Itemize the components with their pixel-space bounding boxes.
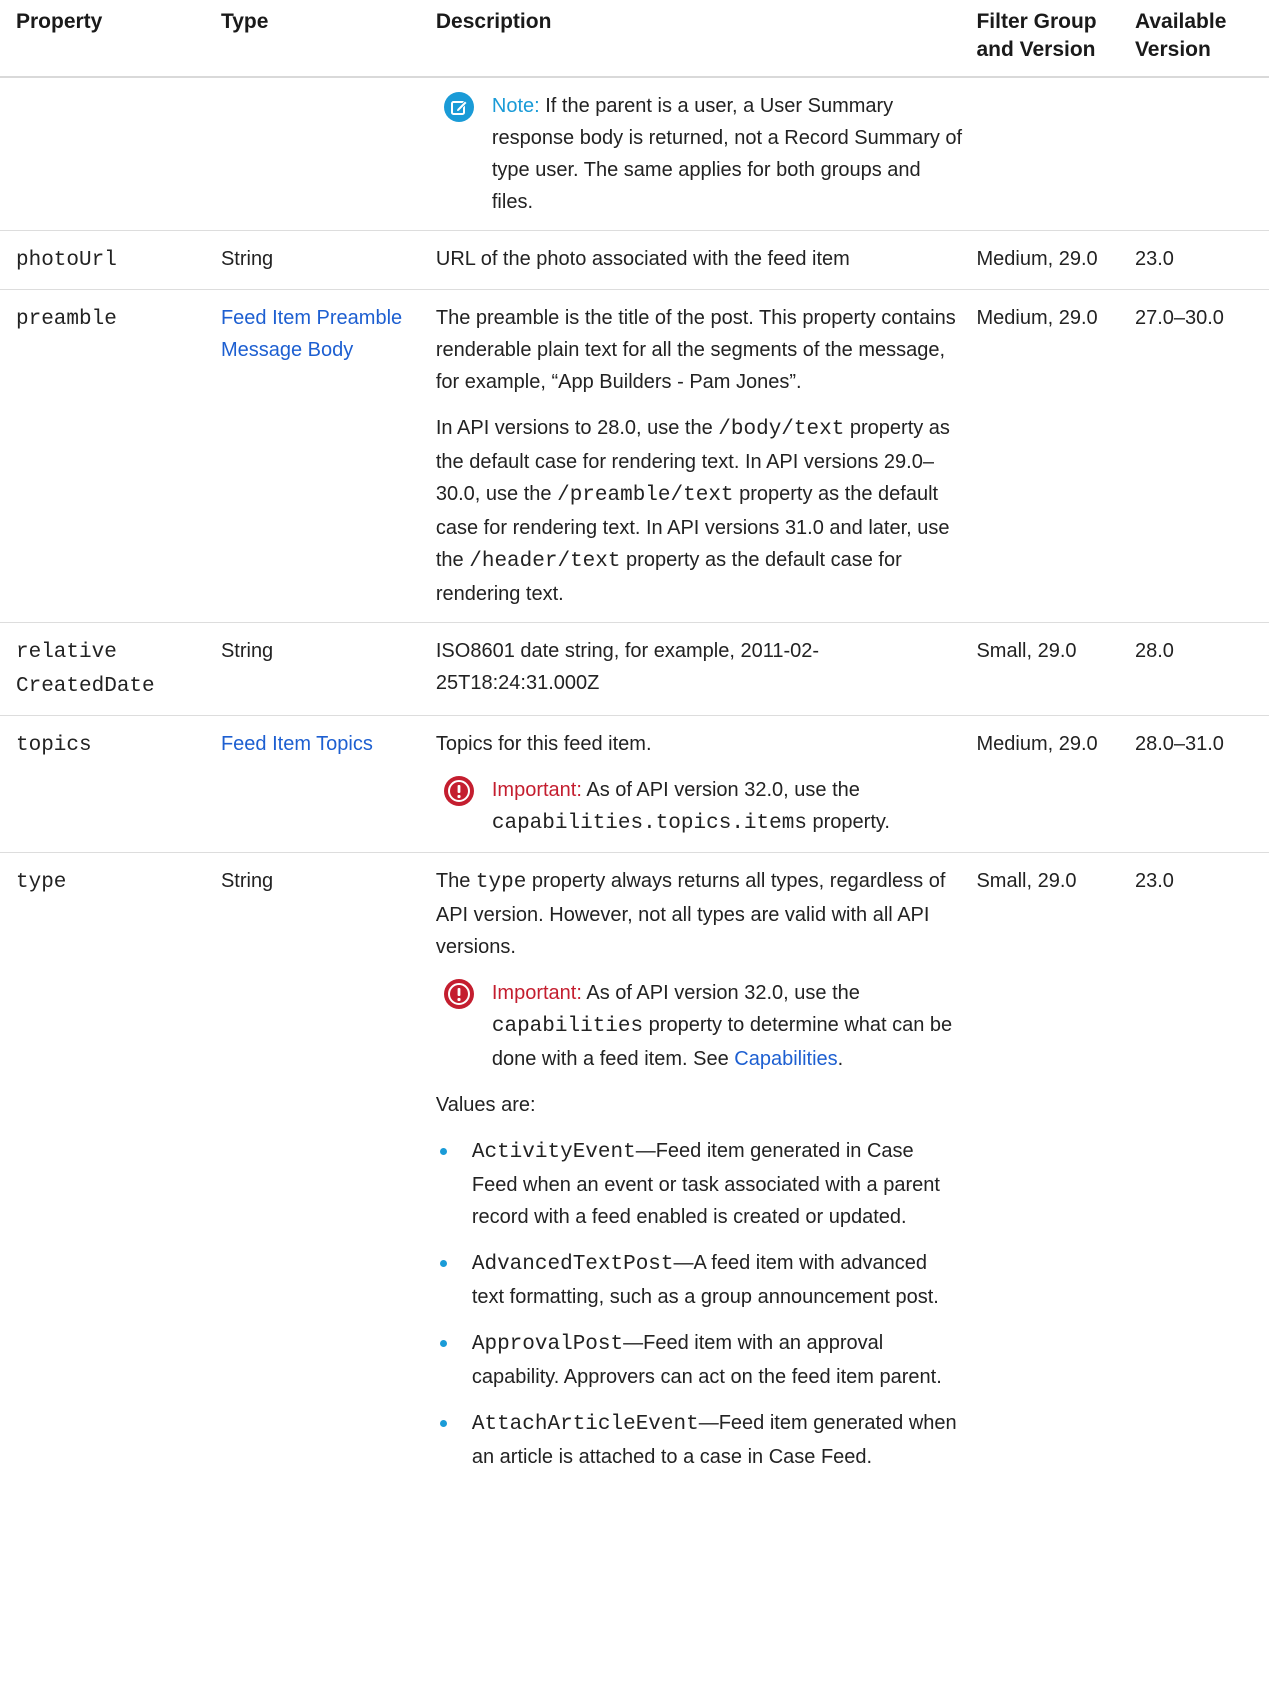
property-name-continued: CreatedDate (16, 675, 155, 698)
code-capabilities-topics-items: capabilities.topics.items (491, 812, 807, 835)
property-type: String (214, 622, 430, 716)
table-row-photourl: photoUrl String URL of the photo associa… (0, 230, 1269, 290)
header-property: Property (0, 0, 215, 78)
property-filter-group: Medium, 29.0 (970, 289, 1129, 623)
code-capabilities: capabilities (491, 1015, 644, 1038)
header-description: Description (429, 0, 971, 78)
list-item: ApprovalPost—Feed item with an approval … (436, 1327, 965, 1393)
important-callout: Important: As of API version 32.0, use t… (436, 977, 965, 1075)
values-list: ActivityEvent—Feed item generated in Cas… (436, 1135, 965, 1473)
code-preamble-text: /preamble/text (557, 484, 734, 507)
note-callout: Note: If the parent is a user, a User Su… (436, 90, 965, 218)
note-label: Note: (491, 95, 540, 117)
values-intro: Values are: (435, 1094, 536, 1116)
property-description: The preamble is the title of the post. T… (435, 307, 956, 393)
important-exclamation-icon (443, 979, 474, 1009)
property-available-version: 23.0 (1128, 230, 1269, 290)
header-filter-group: Filter Group and Version (970, 0, 1129, 78)
table-row-parent-continued: Note: If the parent is a user, a User Su… (0, 77, 1269, 231)
property-type: String (214, 230, 430, 290)
header-type: Type (214, 0, 430, 78)
note-text: If the parent is a user, a User Summary … (491, 95, 963, 213)
property-description: ISO8601 date string, for example, 2011-0… (429, 622, 971, 716)
property-table: Property Type Description Filter Group a… (0, 0, 1269, 1485)
property-name: photoUrl (16, 249, 117, 272)
property-available-version: 23.0 (1134, 870, 1174, 892)
header-available-version: Available Version (1128, 0, 1269, 78)
code-type: type (475, 871, 527, 894)
important-label: Important: (491, 982, 582, 1004)
property-filter-group: Small, 29.0 (970, 622, 1129, 716)
list-item: AdvancedTextPost—A feed item with advanc… (436, 1247, 965, 1313)
table-row-topics: topics Feed Item Topics Topics for this … (0, 715, 1269, 853)
property-name: type (16, 871, 67, 894)
property-name: preamble (16, 308, 117, 331)
important-label: Important: (491, 779, 582, 801)
property-description: Topics for this feed item. (435, 733, 652, 755)
table-row-relative-created-date: relative CreatedDate String ISO8601 date… (0, 622, 1269, 716)
code-header-text: /header/text (469, 550, 621, 573)
table-header-row: Property Type Description Filter Group a… (0, 0, 1269, 78)
property-available-version: 27.0–30.0 (1128, 289, 1269, 623)
type-link-feed-item-topics[interactable]: Feed Item Topics (221, 733, 373, 755)
property-description: The type property always returns all typ… (435, 870, 946, 958)
property-filter-group: Small, 29.0 (976, 870, 1077, 892)
property-name: topics (16, 734, 92, 757)
capabilities-link[interactable]: Capabilities (734, 1048, 837, 1070)
important-exclamation-icon (443, 776, 474, 806)
important-callout: Important: As of API version 32.0, use t… (436, 774, 965, 840)
property-name: relative (16, 641, 117, 664)
list-item: AttachArticleEvent—Feed item generated w… (436, 1407, 965, 1473)
property-type: String (220, 870, 274, 892)
property-available-version: 28.0 (1128, 622, 1269, 716)
type-link-feed-item-preamble[interactable]: Feed Item Preamble Message Body (221, 307, 402, 361)
note-edit-icon (443, 92, 474, 122)
property-description: URL of the photo associated with the fee… (429, 230, 971, 290)
table-row-type: type String The type property always ret… (0, 853, 1269, 1486)
list-item: ActivityEvent—Feed item generated in Cas… (436, 1135, 965, 1233)
property-filter-group: Medium, 29.0 (970, 715, 1129, 853)
property-filter-group: Medium, 29.0 (970, 230, 1129, 290)
code-body-text: /body/text (718, 418, 845, 441)
property-available-version: 28.0–31.0 (1128, 715, 1269, 853)
table-row-preamble: preamble Feed Item Preamble Message Body… (0, 289, 1269, 623)
property-description-versions: In API versions to 28.0, use the /body/t… (435, 417, 950, 605)
